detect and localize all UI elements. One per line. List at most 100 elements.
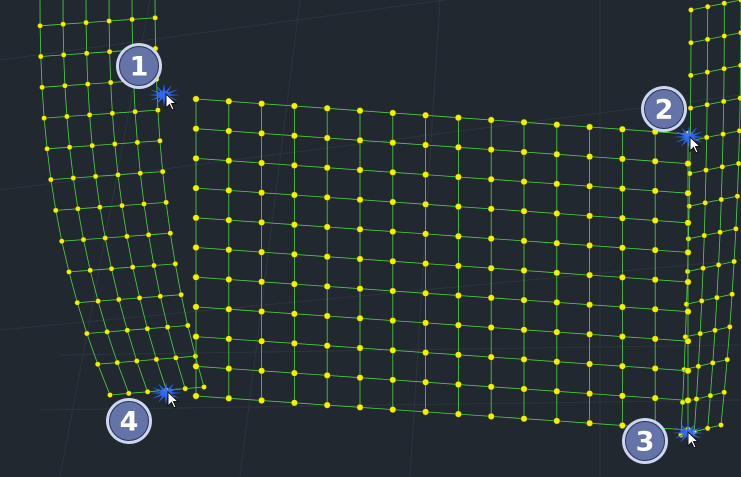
mesh-node (586, 153, 594, 161)
mesh-node (323, 312, 331, 320)
mesh-node (389, 376, 397, 384)
mesh-node (115, 296, 122, 303)
mesh-node (721, 0, 728, 7)
mesh-node (184, 322, 191, 329)
mesh-node (389, 198, 397, 206)
badge-3: 3 (622, 418, 668, 464)
mesh-node (64, 113, 70, 120)
mesh-node (290, 310, 298, 318)
mesh-node (145, 231, 152, 238)
mesh-node (586, 242, 594, 249)
mesh-node (102, 235, 109, 241)
mesh-node (163, 199, 169, 206)
mesh-node (192, 154, 200, 162)
mesh-node (618, 392, 626, 400)
mesh-node (721, 389, 728, 396)
mesh-node (720, 98, 727, 105)
mesh-node (553, 121, 561, 129)
cad-viewport[interactable]: 1 2 3 4 (0, 0, 741, 477)
model-space-canvas[interactable]: 1 2 3 4 (0, 0, 741, 477)
mesh-node (684, 160, 692, 168)
mesh-node (695, 363, 702, 370)
mesh-node (290, 161, 298, 169)
mesh-node (290, 399, 298, 407)
mesh-node (700, 265, 706, 272)
mesh-node (356, 403, 364, 411)
mesh-node (454, 321, 462, 329)
mesh-node (356, 344, 364, 352)
mesh-node (225, 216, 233, 224)
mesh-node (422, 260, 430, 268)
mesh-node (698, 298, 705, 304)
mesh-node (153, 356, 160, 363)
mesh-node (684, 278, 692, 286)
callout-4: 4 (106, 381, 182, 444)
mesh-node (225, 394, 233, 402)
mesh-node (389, 228, 397, 236)
mesh-node (704, 101, 710, 108)
mesh-node (618, 362, 626, 370)
mesh-node (520, 267, 528, 274)
mesh-node (108, 265, 115, 272)
mesh-node (487, 205, 495, 213)
badge-4: 4 (106, 398, 152, 444)
badge-1: 1 (116, 43, 162, 89)
mesh-node (225, 127, 233, 135)
mesh-node (172, 261, 179, 267)
mesh-node (553, 387, 561, 395)
mesh-node (192, 184, 200, 192)
mesh-node (651, 305, 659, 313)
mesh-node (684, 367, 692, 375)
mesh-node (422, 171, 430, 179)
mesh-node (84, 330, 90, 337)
mesh-node (74, 299, 81, 306)
mesh-node (323, 401, 331, 409)
mesh-node (66, 269, 72, 275)
mesh-node (389, 406, 397, 414)
mesh-node (553, 210, 561, 217)
mesh-node (487, 175, 495, 183)
mesh-node (487, 235, 495, 243)
mesh-node (422, 289, 430, 297)
mesh-node (157, 293, 164, 300)
mesh-node (454, 173, 462, 181)
mesh-node (704, 3, 711, 10)
mesh-node (487, 353, 495, 361)
mesh-node (736, 127, 741, 134)
mesh-node (94, 361, 101, 368)
mesh-node (290, 191, 298, 199)
mesh-node (717, 229, 723, 236)
mesh-node (290, 369, 298, 377)
mesh-node (454, 232, 462, 240)
mesh-node (687, 105, 694, 111)
callout-1-label: 1 (130, 52, 149, 83)
mesh-node (688, 39, 694, 46)
mesh-node (48, 176, 54, 183)
mesh-node (553, 298, 561, 306)
mesh-node (258, 189, 266, 197)
mesh-node (129, 16, 135, 23)
mesh-node (712, 327, 718, 334)
mesh-node (192, 95, 200, 103)
mesh-node (124, 327, 131, 334)
mesh-node (553, 239, 561, 247)
callout-3-label: 3 (636, 427, 655, 458)
mesh-node (422, 378, 430, 386)
mesh-node (684, 248, 692, 256)
mesh-node (132, 108, 138, 115)
mesh-node (454, 292, 462, 299)
mesh-node (721, 65, 727, 72)
mesh-node (686, 203, 693, 210)
mesh-node (553, 358, 561, 366)
mesh-node (66, 144, 73, 151)
mesh-node (87, 267, 94, 274)
mesh-node (586, 271, 594, 279)
snap-marker-icon (673, 125, 705, 149)
mesh-node (389, 287, 397, 295)
mesh-node (586, 330, 594, 338)
mesh-node (97, 204, 103, 211)
mesh-node (290, 339, 298, 347)
mesh-node (389, 257, 397, 265)
mesh-node (389, 346, 397, 354)
mesh-node (520, 178, 528, 186)
